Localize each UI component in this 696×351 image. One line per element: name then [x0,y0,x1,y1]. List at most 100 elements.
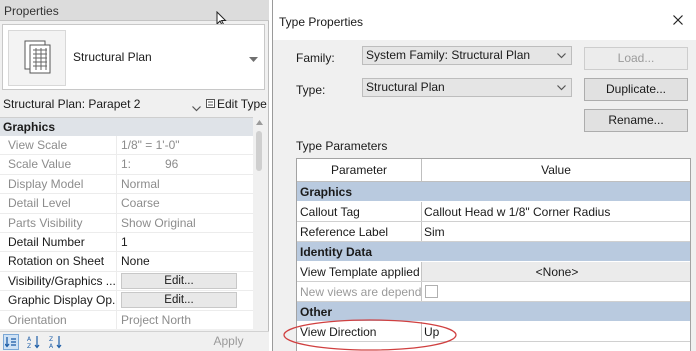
graphic-display-options-edit-button[interactable]: Edit... [121,292,237,309]
sort-ascending-icon[interactable]: AZ [26,334,42,350]
chevron-down-icon [557,53,566,59]
property-row: View Scale 1/8" = 1'-0" [0,136,253,156]
table-row: View Direction Up [297,322,690,342]
properties-header: Properties [0,0,269,21]
family-select[interactable]: System Family: Structural Plan [362,46,572,65]
categorize-icon[interactable] [3,334,19,350]
properties-title: Properties [4,4,59,18]
visibility-graphics-edit-button[interactable]: Edit... [121,272,237,289]
structural-plan-thumbnail-icon [8,30,66,86]
type-value: Structural Plan [366,80,445,94]
property-row: Detail Level Coarse [0,194,253,214]
type-parameters-table: Parameter Value Graphics Callout Tag Cal… [296,158,691,351]
svg-text:Z: Z [49,336,53,343]
type-selector[interactable]: Structural Plan [2,24,265,90]
property-name: View Scale [0,136,117,155]
scale-prefix: 1: [121,157,132,172]
property-value: Show Original [121,215,196,230]
close-icon[interactable] [669,11,687,29]
column-header-parameter[interactable]: Parameter [297,159,422,181]
chevron-down-icon[interactable] [249,52,258,66]
rotation-on-sheet-select[interactable]: None [117,252,253,270]
reference-label-value[interactable]: Sim [422,222,690,241]
table-row: Reference Label Sim [297,222,690,242]
parameter-cell: View Direction [297,322,422,341]
scale-value: 96 [165,157,179,172]
view-template-button[interactable]: <None> [422,262,690,281]
edit-type-label: Edit Type [217,97,267,111]
properties-footer: AZ ZA Apply [0,331,269,351]
property-name: Parts Visibility [0,213,117,232]
table-row: New views are depende [297,282,690,302]
section-header-identity-data[interactable]: Identity Data [297,242,690,262]
edit-type-icon [206,97,215,111]
load-button[interactable]: Load... [584,47,688,70]
property-row: Display Model Normal [0,174,253,195]
chevron-down-icon[interactable] [192,101,201,115]
dialog-titlebar: Type Properties [273,0,696,40]
property-row: Parts Visibility Show Original [0,213,253,233]
svg-text:A: A [49,343,54,349]
parameter-cell: Callout Tag [297,202,422,221]
property-row: Rotation on Sheet None [0,252,253,272]
property-name: Visibility/Graphics ... [0,271,117,291]
property-row: Graphic Display Op... Edit... [0,291,253,311]
table-row: Callout Tag Callout Head w 1/8" Corner R… [297,202,690,222]
duplicate-button[interactable]: Duplicate... [584,78,688,101]
property-name: Detail Level [0,194,117,213]
property-row: Orientation Project North [0,310,253,329]
type-parameters-heading: Type Parameters [296,139,388,153]
scroll-up-icon[interactable] [256,120,263,125]
property-name: Detail Number [0,232,117,252]
rename-button[interactable]: Rename... [584,109,688,132]
svg-text:Z: Z [27,343,31,349]
value-cell [422,282,690,301]
type-properties-dialog: Type Properties Family: System Family: S… [272,0,696,351]
property-name: Scale Value [0,155,117,174]
parameter-cell: View Template applied [297,262,422,281]
edit-type-button[interactable]: Edit Type [206,95,267,113]
property-row: Scale Value 1: 96 [0,155,253,175]
property-value: 1/8" = 1'-0" [121,138,180,152]
dependent-views-checkbox[interactable] [425,285,438,298]
dialog-title: Type Properties [279,15,364,29]
property-name: Display Model [0,174,117,194]
callout-tag-value[interactable]: Callout Head w 1/8" Corner Radius [422,202,690,221]
type-select[interactable]: Structural Plan [362,78,572,97]
section-header-graphics: Graphics [0,118,253,136]
parameter-cell: New views are depende [297,282,422,301]
property-value: Normal [121,176,160,191]
properties-scrollbar[interactable] [253,117,266,329]
view-direction-value[interactable]: Up [422,322,690,341]
property-name: Rotation on Sheet [0,252,117,271]
property-value: Project North [121,312,192,327]
type-name: Structural Plan [73,50,152,64]
property-value: Edit... [117,291,253,309]
section-header-graphics[interactable]: Graphics [297,182,690,202]
property-row: Visibility/Graphics ... Edit... [0,271,253,292]
properties-palette: Properties Structural Plan Structural Pl… [0,0,269,351]
instance-filter-dropdown[interactable]: Structural Plan: Parapet 2 [3,97,140,111]
chevron-down-icon [557,85,566,91]
parameter-cell: Reference Label [297,222,422,241]
instance-selector-row: Structural Plan: Parapet 2 Edit Type [0,94,269,114]
table-row: View Template applied <None> [297,262,690,282]
property-name: Orientation [0,310,117,329]
property-value: Coarse [121,196,160,211]
properties-grid: Graphics View Scale 1/8" = 1'-0" Scale V… [0,117,253,329]
column-header-value[interactable]: Value [422,159,690,181]
property-value: 1: 96 [117,155,253,173]
detail-number-field[interactable]: 1 [117,233,253,251]
table-header: Parameter Value [297,159,690,182]
scrollbar-thumb[interactable] [256,131,262,171]
family-value: System Family: Structural Plan [366,48,531,62]
type-label: Type: [296,83,326,97]
apply-button[interactable]: Apply [192,333,265,351]
family-label: Family: [296,51,335,65]
property-name: Graphic Display Op... [0,291,117,310]
sort-descending-icon[interactable]: ZA [48,334,64,350]
svg-text:A: A [27,336,32,343]
section-header-other[interactable]: Other [297,302,690,322]
property-row: Detail Number 1 [0,232,253,253]
property-value: Edit... [117,272,253,290]
